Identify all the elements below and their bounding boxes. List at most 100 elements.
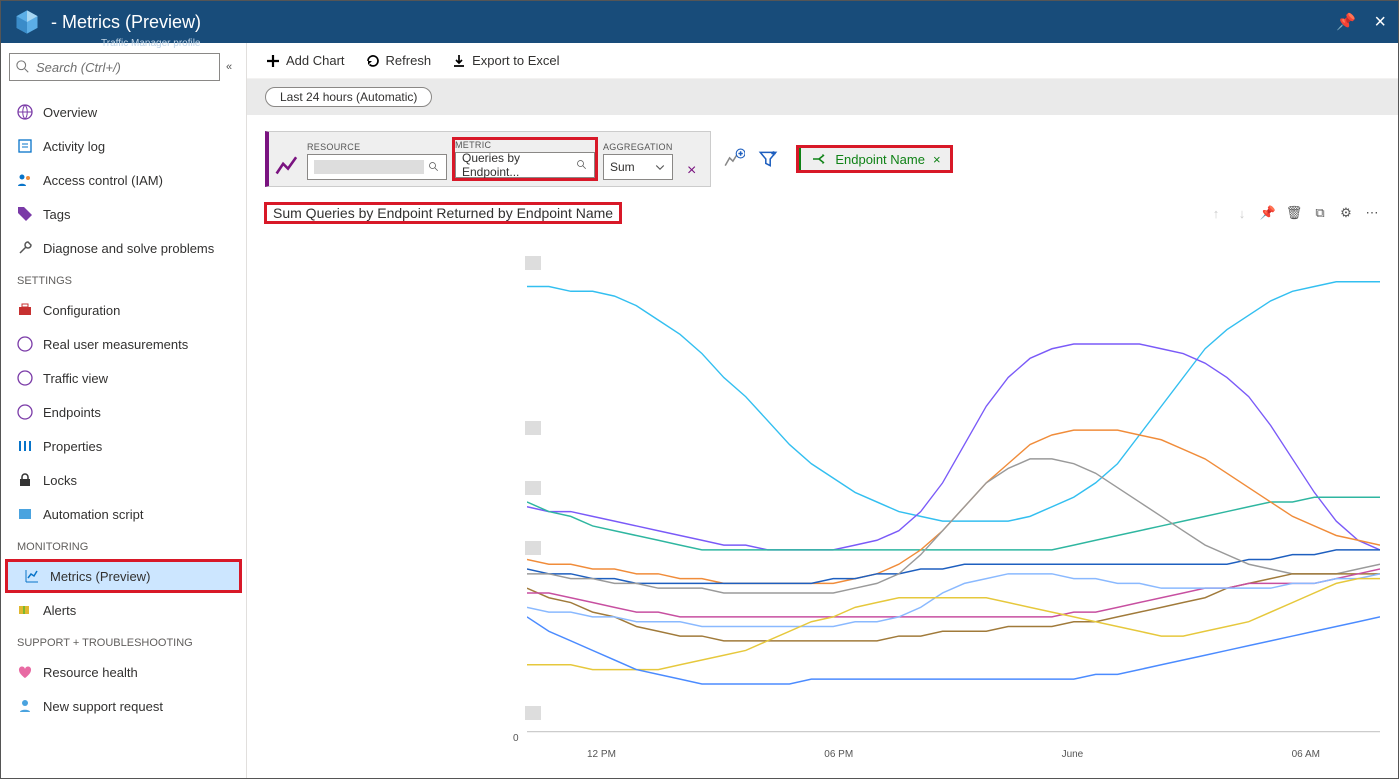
- chart-actions: ↑ ↓ 📌 🗑 ⧉ ⚙ ⋯: [1208, 205, 1380, 221]
- toolbar-label: Export to Excel: [472, 53, 559, 68]
- export-button[interactable]: Export to Excel: [451, 53, 559, 69]
- sidebar-item-tags[interactable]: Tags: [1, 197, 246, 231]
- delete-chart-icon[interactable]: 🗑: [1286, 205, 1302, 221]
- refresh-button[interactable]: Refresh: [365, 53, 432, 69]
- search-icon: [16, 60, 30, 74]
- pin-icon[interactable]: 📌: [1336, 12, 1356, 32]
- sidebar-item-label: Real user measurements: [43, 337, 188, 352]
- gear-icon[interactable]: ⚙: [1338, 205, 1354, 221]
- chart-header: Sum Queries by Endpoint Returned by Endp…: [265, 203, 1380, 223]
- globe-icon: [17, 404, 33, 420]
- toolbar-label: Refresh: [386, 53, 432, 68]
- x-tick-label: 06 AM: [1292, 749, 1320, 760]
- sidebar-item-label: Endpoints: [43, 405, 101, 420]
- aggregation-picker[interactable]: Sum: [603, 154, 673, 180]
- split-by-label: Endpoint Name: [835, 152, 925, 167]
- sidebar-item-label: Configuration: [43, 303, 120, 318]
- sidebar-item-properties[interactable]: Properties: [1, 429, 246, 463]
- move-down-icon[interactable]: ↓: [1234, 205, 1250, 221]
- support-header: SUPPORT + TROUBLESHOOTING: [1, 627, 246, 655]
- more-icon[interactable]: ⋯: [1364, 205, 1380, 221]
- sidebar-item-diagnose[interactable]: Diagnose and solve problems: [1, 231, 246, 265]
- sidebar-item-configuration[interactable]: Configuration: [1, 293, 246, 327]
- sidebar-item-label: Metrics (Preview): [50, 569, 150, 584]
- sidebar-item-access-control[interactable]: Access control (IAM): [1, 163, 246, 197]
- sidebar-item-label: Locks: [43, 473, 77, 488]
- y-tick: [525, 481, 541, 495]
- sidebar-item-resource-health[interactable]: Resource health: [1, 655, 246, 689]
- titlebar: - Metrics (Preview) Traffic Manager prof…: [1, 1, 1398, 43]
- search-placeholder: Search (Ctrl+/): [36, 60, 121, 75]
- sidebar-item-label: Properties: [43, 439, 102, 454]
- resource-label: RESOURCE: [307, 142, 447, 152]
- clone-chart-icon[interactable]: ⧉: [1312, 205, 1328, 221]
- split-icon: [811, 151, 827, 167]
- sidebar-item-label: Automation script: [43, 507, 143, 522]
- time-range-bar: Last 24 hours (Automatic): [247, 79, 1398, 115]
- sidebar-item-rum[interactable]: Real user measurements: [1, 327, 246, 361]
- resource-value: [314, 160, 424, 174]
- refresh-icon: [365, 53, 381, 69]
- chevron-down-icon: [654, 161, 666, 173]
- sliders-icon: [17, 438, 33, 454]
- toolbar-label: Add Chart: [286, 53, 345, 68]
- chart-plot: 0 12 PM06 PMJune06 AM: [527, 253, 1380, 760]
- y-zero-label: 0: [513, 733, 519, 744]
- sidebar-item-traffic-view[interactable]: Traffic view: [1, 361, 246, 395]
- toolbar: Add Chart Refresh Export to Excel: [247, 43, 1398, 79]
- x-axis-labels: 12 PM06 PMJune06 AM: [527, 749, 1380, 760]
- search-input[interactable]: Search (Ctrl+/): [9, 53, 220, 81]
- sidebar-item-endpoints[interactable]: Endpoints: [1, 395, 246, 429]
- page-title: - Metrics (Preview): [51, 12, 201, 33]
- script-icon: [17, 506, 33, 522]
- sidebar-item-alerts[interactable]: Alerts: [1, 593, 246, 627]
- globe-icon: [17, 370, 33, 386]
- people-icon: [17, 172, 33, 188]
- collapse-sidebar-icon[interactable]: «: [220, 61, 238, 73]
- sidebar-item-label: Access control (IAM): [43, 173, 163, 188]
- move-up-icon[interactable]: ↑: [1208, 205, 1224, 221]
- chart-icon: [24, 568, 40, 584]
- sidebar-item-label: Overview: [43, 105, 97, 120]
- download-icon: [451, 53, 467, 69]
- x-tick-label: June: [1062, 749, 1084, 760]
- main-content: Add Chart Refresh Export to Excel Last 2…: [247, 43, 1398, 778]
- close-blade-icon[interactable]: ×: [1374, 11, 1386, 34]
- monitoring-header: MONITORING: [1, 531, 246, 559]
- y-tick: [525, 256, 541, 270]
- time-range-pill[interactable]: Last 24 hours (Automatic): [265, 87, 432, 107]
- sidebar-item-activity-log[interactable]: Activity log: [1, 129, 246, 163]
- sidebar-item-support-request[interactable]: New support request: [1, 689, 246, 723]
- sidebar-item-label: Activity log: [43, 139, 105, 154]
- search-icon: [428, 161, 440, 173]
- metric-picker[interactable]: Queries by Endpoint...: [455, 152, 595, 178]
- chart-title: Sum Queries by Endpoint Returned by Endp…: [265, 203, 621, 223]
- wrench-icon: [17, 240, 33, 256]
- add-chart-button[interactable]: Add Chart: [265, 53, 345, 69]
- sidebar-item-label: Diagnose and solve problems: [43, 241, 214, 256]
- pin-chart-icon[interactable]: 📌: [1260, 205, 1276, 221]
- aggregation-value: Sum: [610, 160, 650, 174]
- y-tick: [525, 541, 541, 555]
- add-filter-button[interactable]: [757, 148, 779, 170]
- sidebar-item-metrics[interactable]: Metrics (Preview): [5, 559, 242, 593]
- sidebar-item-label: Tags: [43, 207, 70, 222]
- split-by-pill[interactable]: Endpoint Name ×: [797, 146, 951, 172]
- page-subtitle: Traffic Manager profile: [101, 38, 201, 49]
- sidebar-item-overview[interactable]: Overview: [1, 95, 246, 129]
- add-metric-button[interactable]: [723, 148, 745, 170]
- resource-picker[interactable]: [307, 154, 447, 180]
- settings-header: SETTINGS: [1, 265, 246, 293]
- remove-metric-button[interactable]: ×: [679, 162, 704, 180]
- aggregation-label: AGGREGATION: [603, 142, 673, 152]
- search-icon: [576, 159, 588, 171]
- globe-icon: [17, 104, 33, 120]
- sidebar-item-automation[interactable]: Automation script: [1, 497, 246, 531]
- sidebar-item-locks[interactable]: Locks: [1, 463, 246, 497]
- cube-icon: [13, 8, 41, 36]
- metric-config-row: RESOURCE METRIC Queries by Endpoint... A…: [265, 131, 1380, 187]
- line-chart-icon: [275, 154, 301, 180]
- sidebar-item-label: Traffic view: [43, 371, 108, 386]
- remove-split-button[interactable]: ×: [933, 152, 941, 167]
- tag-icon: [17, 206, 33, 222]
